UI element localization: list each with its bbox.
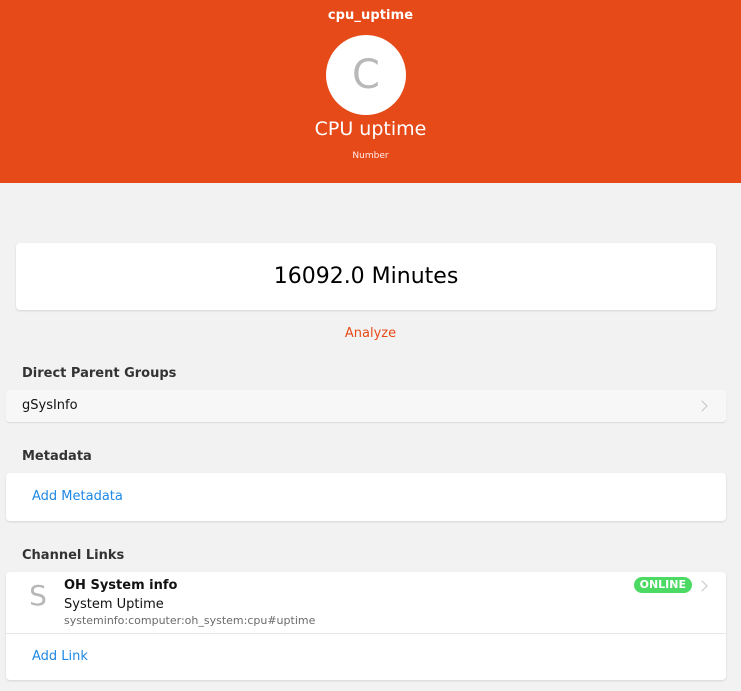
metadata-card: Add Metadata bbox=[6, 473, 726, 521]
item-header: cpu_uptime C CPU uptime Number bbox=[0, 0, 741, 183]
item-avatar: C bbox=[326, 35, 406, 115]
parent-group-label: gSysInfo bbox=[22, 398, 78, 413]
add-link-button[interactable]: Add Link bbox=[32, 649, 88, 664]
channel-label: System Uptime bbox=[64, 597, 164, 612]
parent-group-row[interactable]: gSysInfo bbox=[6, 390, 726, 422]
item-name: cpu_uptime bbox=[327, 8, 414, 23]
add-metadata-button[interactable]: Add Metadata bbox=[32, 489, 123, 504]
chevron-right-icon bbox=[696, 580, 708, 592]
thing-avatar: S bbox=[29, 579, 47, 612]
parent-groups-title: Direct Parent Groups bbox=[22, 366, 177, 381]
channel-uid: systeminfo:computer:oh_system:cpu#uptime bbox=[64, 614, 316, 627]
item-state-value: 16092.0 Minutes bbox=[273, 264, 459, 289]
status-badge: ONLINE bbox=[633, 577, 692, 593]
channel-link-item[interactable]: S OH System info System Uptime systeminf… bbox=[6, 572, 726, 634]
item-type: Number bbox=[352, 151, 389, 161]
item-state-card: 16092.0 Minutes bbox=[16, 243, 716, 310]
item-label: CPU uptime bbox=[314, 118, 427, 140]
channel-links-card: S OH System info System Uptime systeminf… bbox=[6, 572, 726, 680]
chevron-right-icon bbox=[696, 400, 708, 412]
channel-links-title: Channel Links bbox=[22, 548, 125, 563]
thing-label: OH System info bbox=[64, 578, 178, 593]
metadata-title: Metadata bbox=[22, 449, 92, 464]
analyze-button[interactable]: Analyze bbox=[0, 326, 741, 341]
